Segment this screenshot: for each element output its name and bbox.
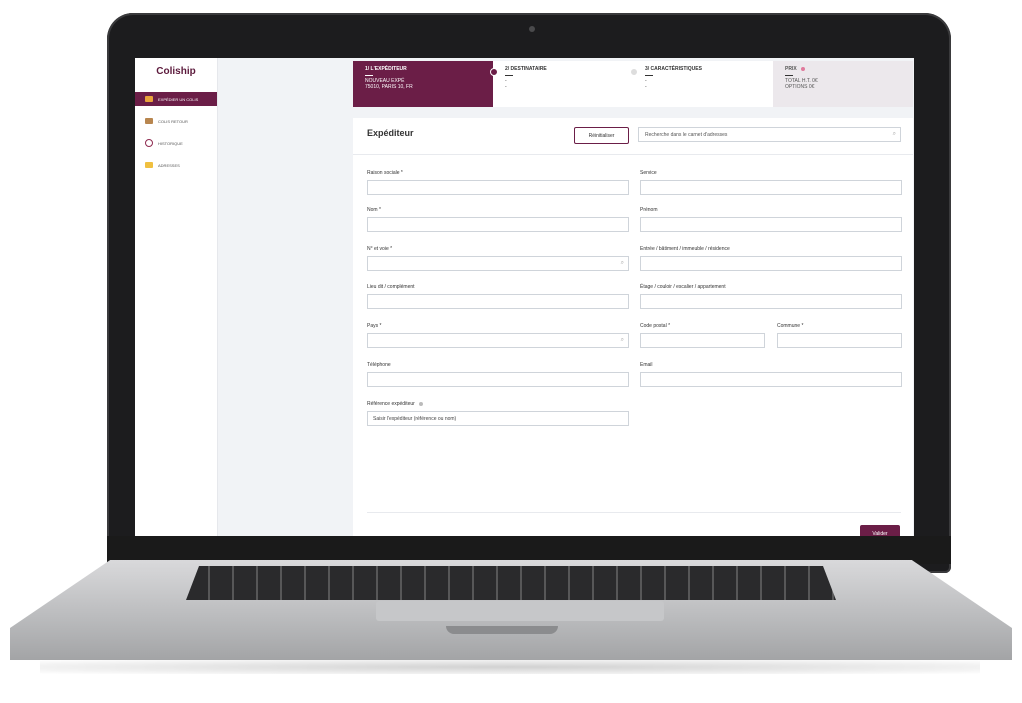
step-title: 1/ L'EXPÉDITEUR: [365, 66, 407, 72]
step-underline: [785, 75, 793, 76]
step-destinataire[interactable]: 2/ DESTINATAIRE - -: [490, 61, 633, 107]
step-title: 3/ CARACTÉRISTIQUES: [645, 66, 702, 72]
info-icon[interactable]: [419, 401, 424, 406]
divider: [353, 154, 913, 155]
step-indicator-icon: [490, 68, 498, 76]
sidebar: Coliship EXPÉDIER UN COLIS COLIS RETOUR …: [135, 58, 218, 536]
address-search-input[interactable]: Recherche dans le carnet d'adresses ⌕: [638, 127, 901, 142]
reference-label-text: Référence expéditeur: [367, 401, 415, 407]
step-line: -: [645, 84, 647, 90]
sidebar-item-expedier[interactable]: EXPÉDIER UN COLIS: [135, 92, 217, 106]
prenom-input[interactable]: [640, 217, 902, 232]
price-title: PRIX: [785, 66, 797, 72]
label-nom: Nom *: [367, 207, 381, 213]
sidebar-item-label: HISTORIQUE: [158, 140, 183, 146]
label-code-postal: Code postal *: [640, 323, 671, 329]
label-pays: Pays *: [367, 323, 382, 329]
step-title: 2/ DESTINATAIRE: [505, 66, 547, 72]
search-icon: ⌕: [620, 337, 624, 343]
label-etage: Étage / couloir / escalier / appartement: [640, 284, 726, 290]
voie-input[interactable]: ⌕: [367, 256, 629, 271]
nom-input[interactable]: [367, 217, 629, 232]
trackpad: [376, 601, 664, 621]
label-email: Email: [640, 362, 653, 368]
webcam-icon: [529, 26, 535, 32]
label-entree: Entrée / bâtiment / immeuble / résidence: [640, 246, 730, 252]
step-expediteur[interactable]: 1/ L'EXPÉDITEUR NOUVEAU EXPÉ 75010, PARI…: [353, 61, 493, 107]
laptop-notch: [446, 626, 558, 634]
raison-sociale-input[interactable]: [367, 180, 629, 195]
search-icon: ⌕: [620, 260, 624, 266]
brand-logo[interactable]: Coliship: [135, 66, 217, 77]
service-input[interactable]: [640, 180, 902, 195]
label-raison-sociale: Raison sociale *: [367, 170, 403, 176]
etage-input[interactable]: [640, 294, 902, 309]
return-box-icon: [145, 118, 153, 124]
address-book-icon: [145, 162, 153, 168]
history-icon: [145, 139, 153, 147]
laptop-shadow: [40, 660, 980, 674]
step-underline: [505, 75, 513, 76]
search-icon: ⌕: [892, 131, 896, 137]
sidebar-item-adresses[interactable]: ADRESSES: [135, 158, 217, 172]
search-placeholder: Recherche dans le carnet d'adresses: [645, 131, 728, 138]
stepper: 1/ L'EXPÉDITEUR NOUVEAU EXPÉ 75010, PARI…: [353, 61, 913, 107]
label-reference: Référence expéditeur: [367, 401, 424, 407]
reference-input[interactable]: Saisir l'expéditeur (référence ou nom): [367, 411, 629, 426]
keyboard: [186, 566, 836, 600]
sidebar-item-label: ADRESSES: [158, 162, 180, 168]
price-summary: PRIX TOTAL H.T. 0€ OPTIONS 0€: [773, 61, 913, 107]
entree-input[interactable]: [640, 256, 902, 271]
step-line: -: [505, 84, 507, 90]
label-voie: N° et voie *: [367, 246, 393, 252]
pays-select[interactable]: ⌕: [367, 333, 629, 348]
validate-button[interactable]: Valider: [860, 525, 900, 536]
package-icon: [145, 96, 153, 102]
price-options: OPTIONS 0€: [785, 84, 815, 90]
label-commune: Commune *: [777, 323, 804, 329]
telephone-input[interactable]: [367, 372, 629, 387]
email-input[interactable]: [640, 372, 902, 387]
label-telephone: Téléphone: [367, 362, 391, 368]
step-underline: [645, 75, 653, 76]
step-caracteristiques[interactable]: 3/ CARACTÉRISTIQUES - -: [630, 61, 773, 107]
sidebar-item-colis-retour[interactable]: COLIS RETOUR: [135, 114, 217, 128]
reset-button[interactable]: Réinitialiser: [574, 127, 629, 144]
step-line: 75010, PARIS 10, FR: [365, 84, 413, 90]
divider: [367, 512, 901, 513]
sidebar-item-label: COLIS RETOUR: [158, 118, 188, 124]
sidebar-item-historique[interactable]: HISTORIQUE: [135, 136, 217, 150]
commune-input[interactable]: [777, 333, 902, 348]
label-service: Service: [640, 170, 657, 176]
form-card: Expéditeur Réinitialiser Recherche dans …: [353, 118, 913, 536]
code-postal-input[interactable]: [640, 333, 765, 348]
label-prenom: Prénom: [640, 207, 658, 213]
lieu-dit-input[interactable]: [367, 294, 629, 309]
form-title: Expéditeur: [367, 128, 414, 138]
reference-value: Saisir l'expéditeur (référence ou nom): [373, 415, 457, 422]
step-title: PRIX: [785, 66, 901, 72]
info-icon[interactable]: [801, 66, 806, 71]
sidebar-item-label: EXPÉDIER UN COLIS: [158, 96, 199, 102]
laptop-bezel: [107, 536, 951, 564]
step-indicator-icon: [630, 68, 638, 76]
step-underline: [365, 75, 373, 76]
label-lieu-dit: Lieu dit / complément: [367, 284, 415, 290]
screen: Coliship EXPÉDIER UN COLIS COLIS RETOUR …: [135, 58, 914, 536]
